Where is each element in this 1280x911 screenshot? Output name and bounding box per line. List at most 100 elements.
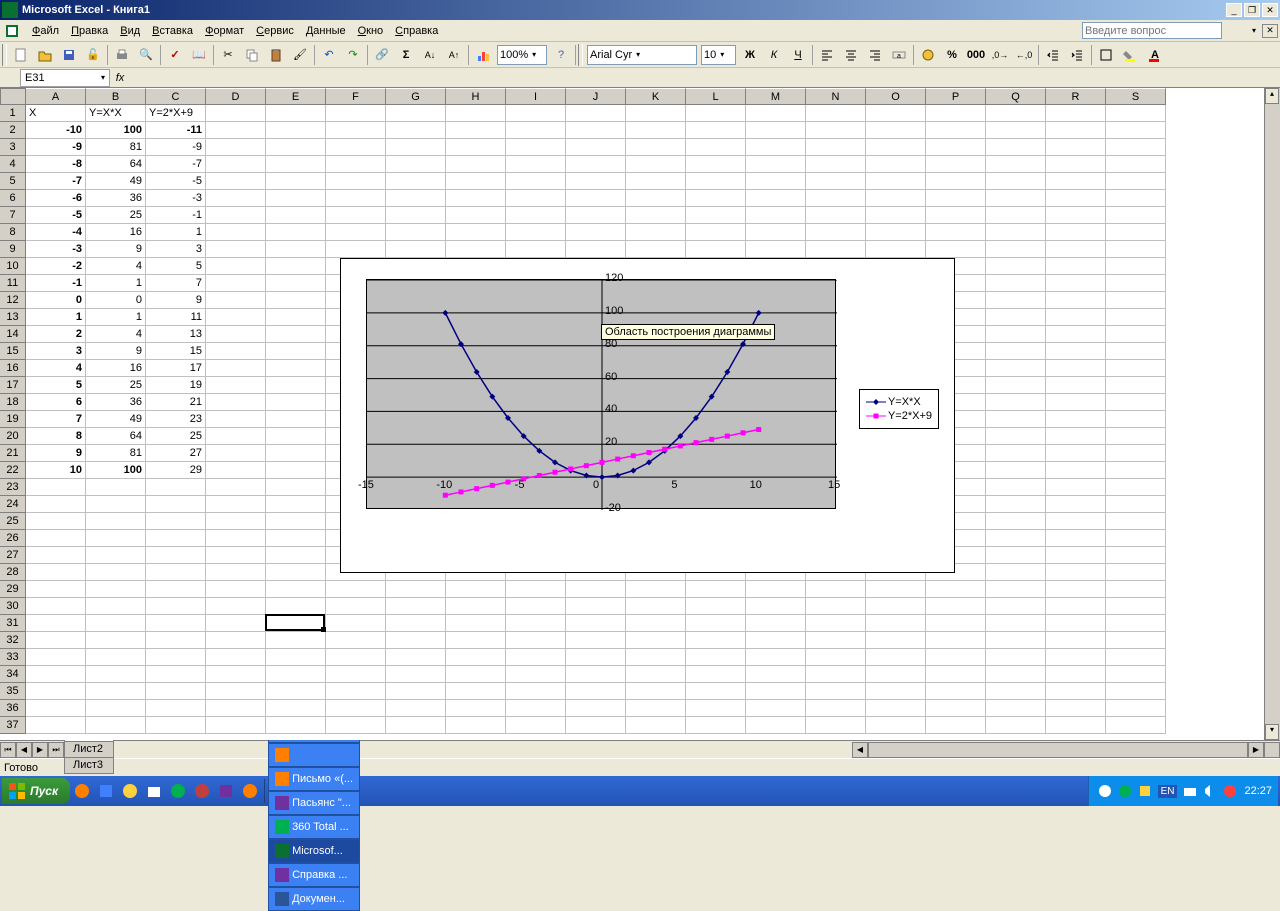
- cell[interactable]: [686, 683, 746, 700]
- cell[interactable]: 7: [26, 411, 86, 428]
- cell[interactable]: [866, 717, 926, 734]
- cell[interactable]: [986, 241, 1046, 258]
- fill-color-button[interactable]: [1119, 44, 1141, 66]
- cell[interactable]: [986, 360, 1046, 377]
- cell[interactable]: [1046, 377, 1106, 394]
- menu-справка[interactable]: Справка: [389, 23, 444, 39]
- cell[interactable]: [566, 224, 626, 241]
- column-header[interactable]: J: [566, 88, 626, 105]
- cell[interactable]: [146, 717, 206, 734]
- row-header[interactable]: 34: [0, 666, 26, 683]
- column-header[interactable]: G: [386, 88, 446, 105]
- cell[interactable]: [686, 598, 746, 615]
- row-header[interactable]: 21: [0, 445, 26, 462]
- cell[interactable]: 4: [86, 326, 146, 343]
- cell[interactable]: 9: [26, 445, 86, 462]
- cell[interactable]: [746, 717, 806, 734]
- undo-button[interactable]: ↶: [318, 44, 340, 66]
- cell[interactable]: [626, 615, 686, 632]
- cell[interactable]: [866, 207, 926, 224]
- cell[interactable]: [986, 207, 1046, 224]
- cell[interactable]: [446, 105, 506, 122]
- cell[interactable]: [506, 717, 566, 734]
- cell[interactable]: [1106, 139, 1166, 156]
- cell[interactable]: [866, 241, 926, 258]
- cell[interactable]: [446, 598, 506, 615]
- cell[interactable]: 17: [146, 360, 206, 377]
- font-size-combo[interactable]: 10▾: [701, 45, 736, 65]
- cell[interactable]: [866, 139, 926, 156]
- cell[interactable]: [746, 139, 806, 156]
- ask-question-box[interactable]: [1082, 22, 1222, 39]
- legend-item[interactable]: Y=X*X: [866, 396, 932, 408]
- cell[interactable]: [386, 207, 446, 224]
- row-header[interactable]: 25: [0, 513, 26, 530]
- cell[interactable]: 81: [86, 139, 146, 156]
- help-dropdown-icon[interactable]: ▾: [1252, 26, 1256, 35]
- cell[interactable]: [506, 105, 566, 122]
- toolbar-grip[interactable]: [2, 44, 7, 66]
- menu-вставка[interactable]: Вставка: [146, 23, 199, 39]
- quicklaunch-icon[interactable]: [191, 780, 213, 802]
- cell[interactable]: [1046, 275, 1106, 292]
- cell[interactable]: [506, 122, 566, 139]
- cell[interactable]: [206, 139, 266, 156]
- cell[interactable]: -3: [146, 190, 206, 207]
- cell[interactable]: [986, 258, 1046, 275]
- scroll-down-button[interactable]: ▾: [1265, 724, 1279, 740]
- cell[interactable]: [686, 700, 746, 717]
- cell[interactable]: [686, 173, 746, 190]
- cell[interactable]: [446, 700, 506, 717]
- cell[interactable]: [326, 207, 386, 224]
- tray-icon[interactable]: [1117, 783, 1133, 799]
- cell[interactable]: [386, 683, 446, 700]
- quicklaunch-icon[interactable]: [215, 780, 237, 802]
- taskbar-item[interactable]: Пасьянс "...: [268, 791, 360, 815]
- cell[interactable]: [206, 173, 266, 190]
- cell[interactable]: [926, 207, 986, 224]
- cell[interactable]: [86, 598, 146, 615]
- cell[interactable]: [986, 292, 1046, 309]
- cell[interactable]: [326, 122, 386, 139]
- cell[interactable]: [86, 513, 146, 530]
- cell[interactable]: 3: [26, 343, 86, 360]
- cell[interactable]: -9: [146, 139, 206, 156]
- row-header[interactable]: 1: [0, 105, 26, 122]
- percent-button[interactable]: %: [941, 44, 963, 66]
- cell[interactable]: 1: [86, 309, 146, 326]
- quicklaunch-icon[interactable]: [167, 780, 189, 802]
- underline-button[interactable]: Ч: [787, 44, 809, 66]
- cell[interactable]: 11: [146, 309, 206, 326]
- cell[interactable]: [206, 530, 266, 547]
- cell[interactable]: [1046, 105, 1106, 122]
- cell[interactable]: -2: [26, 258, 86, 275]
- cell[interactable]: [146, 700, 206, 717]
- cell[interactable]: [986, 156, 1046, 173]
- cell[interactable]: [926, 224, 986, 241]
- cell[interactable]: [86, 547, 146, 564]
- row-header[interactable]: 3: [0, 139, 26, 156]
- cell[interactable]: [266, 496, 326, 513]
- ask-question-input[interactable]: [1082, 22, 1222, 39]
- cell[interactable]: [266, 564, 326, 581]
- cell[interactable]: [1106, 666, 1166, 683]
- cell[interactable]: [1046, 326, 1106, 343]
- increase-decimal-button[interactable]: ,0→: [989, 44, 1011, 66]
- cell[interactable]: 9: [146, 292, 206, 309]
- cell[interactable]: -6: [26, 190, 86, 207]
- paste-button[interactable]: [265, 44, 287, 66]
- cell[interactable]: [1106, 105, 1166, 122]
- cell[interactable]: [866, 173, 926, 190]
- scroll-up-button[interactable]: ▴: [1265, 88, 1279, 104]
- row-header[interactable]: 28: [0, 564, 26, 581]
- cell[interactable]: [266, 445, 326, 462]
- cell[interactable]: [326, 700, 386, 717]
- cell[interactable]: [986, 666, 1046, 683]
- column-header[interactable]: I: [506, 88, 566, 105]
- cell[interactable]: [446, 615, 506, 632]
- cell[interactable]: 1: [26, 309, 86, 326]
- cell[interactable]: [1046, 241, 1106, 258]
- cell[interactable]: [866, 615, 926, 632]
- cell[interactable]: [806, 173, 866, 190]
- cell[interactable]: [986, 122, 1046, 139]
